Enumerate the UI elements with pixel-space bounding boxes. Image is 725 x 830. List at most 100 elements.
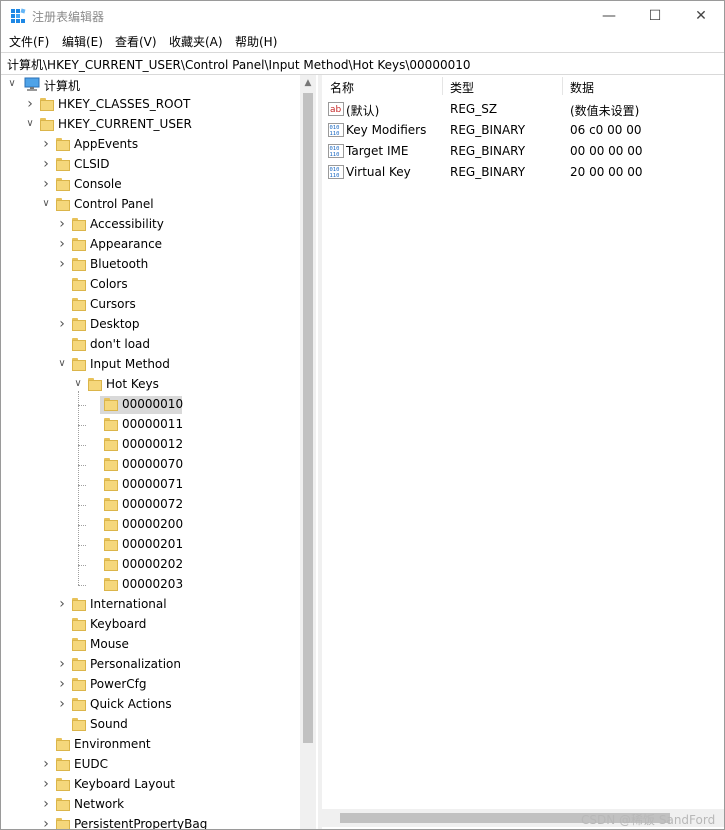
tree-item[interactable]: 00000203 — [2, 575, 300, 595]
menu-help[interactable]: 帮助(H) — [235, 33, 277, 50]
tree-item[interactable]: ∨ Input Method — [2, 355, 300, 375]
tree-item[interactable]: › International — [2, 595, 300, 615]
scroll-up-arrow-icon[interactable]: ▲ — [300, 75, 316, 91]
menu-favorites[interactable]: 收藏夹(A) — [169, 33, 223, 50]
tree-item[interactable]: › Keyboard Layout — [2, 775, 300, 795]
chevron-right-icon[interactable]: › — [24, 97, 36, 111]
maximize-button[interactable]: ☐ — [632, 1, 678, 31]
tree-item[interactable]: › CLSID — [2, 155, 300, 175]
tree-item[interactable]: › EUDC — [2, 755, 300, 775]
chevron-right-icon[interactable]: › — [40, 797, 52, 811]
value-type: REG_BINARY — [450, 144, 526, 158]
tree-item[interactable]: don't load — [2, 335, 300, 355]
folder-icon — [72, 298, 86, 311]
column-separator[interactable] — [442, 77, 443, 95]
chevron-right-icon[interactable]: › — [40, 177, 52, 191]
chevron-right-icon[interactable]: › — [40, 817, 52, 829]
tree-item[interactable]: ∨ HKEY_CURRENT_USER — [2, 115, 300, 135]
chevron-down-icon[interactable]: ∨ — [24, 117, 36, 131]
tree-guide-line — [78, 465, 86, 466]
chevron-down-icon[interactable]: ∨ — [40, 197, 52, 211]
tree-item[interactable]: 00000201 — [2, 535, 300, 555]
tree-item[interactable]: 00000200 — [2, 515, 300, 535]
folder-icon — [104, 478, 118, 491]
tree-item[interactable]: 00000070 — [2, 455, 300, 475]
chevron-right-icon[interactable]: › — [56, 217, 68, 231]
tree-item[interactable]: 00000010 — [2, 395, 300, 415]
tree-item[interactable]: › AppEvents — [2, 135, 300, 155]
chevron-right-icon[interactable]: › — [56, 237, 68, 251]
folder-icon — [72, 678, 86, 691]
tree-item[interactable]: › Accessibility — [2, 215, 300, 235]
tree-item-label: Keyboard Layout — [74, 777, 176, 791]
tree-item[interactable]: › Network — [2, 795, 300, 815]
tree-item[interactable]: › Quick Actions — [2, 695, 300, 715]
tree-item[interactable]: Mouse — [2, 635, 300, 655]
tree-item[interactable]: Sound — [2, 715, 300, 735]
list-row[interactable]: ab (默认) REG_SZ (数值未设置) — [322, 99, 724, 120]
chevron-right-icon[interactable]: › — [56, 317, 68, 331]
tree-item[interactable]: › HKEY_CLASSES_ROOT — [2, 95, 300, 115]
address-path[interactable]: 计算机\HKEY_CURRENT_USER\Control Panel\Inpu… — [7, 56, 471, 73]
value-type: REG_BINARY — [450, 123, 526, 137]
tree-item[interactable]: › Personalization — [2, 655, 300, 675]
registry-editor-icon — [11, 8, 26, 23]
tree-item[interactable]: › Bluetooth — [2, 255, 300, 275]
tree-item[interactable]: Environment — [2, 735, 300, 755]
chevron-right-icon[interactable]: › — [56, 677, 68, 691]
chevron-right-icon[interactable]: › — [56, 657, 68, 671]
chevron-down-icon[interactable]: ∨ — [72, 377, 84, 391]
menu-edit[interactable]: 编辑(E) — [62, 33, 103, 50]
folder-icon — [72, 318, 86, 331]
chevron-right-icon[interactable]: › — [56, 697, 68, 711]
chevron-right-icon[interactable]: › — [40, 157, 52, 171]
tree-item[interactable]: › Appearance — [2, 235, 300, 255]
tree-item-label: Mouse — [90, 637, 129, 651]
tree-item-label: CLSID — [74, 157, 110, 171]
chevron-down-icon[interactable]: ∨ — [6, 77, 18, 91]
tree-item[interactable]: 00000012 — [2, 435, 300, 455]
tree-item[interactable]: ∨ Hot Keys — [2, 375, 300, 395]
list-row[interactable]: 010 110 Key Modifiers REG_BINARY 06 c0 0… — [322, 120, 724, 141]
list-row[interactable]: 010 110 Virtual Key REG_BINARY 20 00 00 … — [322, 162, 724, 183]
tree-item[interactable]: Cursors — [2, 295, 300, 315]
column-separator[interactable] — [562, 77, 563, 95]
chevron-down-icon[interactable]: ∨ — [56, 357, 68, 371]
folder-icon — [56, 778, 70, 791]
tree-item[interactable]: Keyboard — [2, 615, 300, 635]
column-type[interactable]: 类型 — [450, 79, 474, 96]
tree-item-label: AppEvents — [74, 137, 139, 151]
tree-item[interactable]: ∨ Control Panel — [2, 195, 300, 215]
column-name[interactable]: 名称 — [330, 79, 354, 96]
scrollbar-thumb[interactable] — [303, 93, 313, 743]
menu-view[interactable]: 查看(V) — [115, 33, 157, 50]
close-button[interactable]: ✕ — [678, 1, 724, 31]
title-bar[interactable]: 注册表编辑器 — ☐ ✕ — [1, 1, 724, 31]
tree-item[interactable]: › Desktop — [2, 315, 300, 335]
folder-icon — [72, 258, 86, 271]
tree-guide-line — [78, 545, 86, 546]
chevron-right-icon[interactable]: › — [40, 137, 52, 151]
chevron-right-icon[interactable]: › — [56, 597, 68, 611]
tree-item[interactable]: › PersistentPropertyBag — [2, 815, 300, 829]
tree-item[interactable]: 00000011 — [2, 415, 300, 435]
chevron-right-icon[interactable]: › — [40, 757, 52, 771]
tree-item[interactable]: › PowerCfg — [2, 675, 300, 695]
tree-item-label: Quick Actions — [90, 697, 172, 711]
chevron-right-icon[interactable]: › — [40, 777, 52, 791]
tree-vertical-scrollbar[interactable]: ▲ — [300, 75, 316, 829]
tree-item[interactable]: Colors — [2, 275, 300, 295]
column-data[interactable]: 数据 — [570, 79, 594, 96]
tree-item[interactable]: 00000071 — [2, 475, 300, 495]
chevron-right-icon[interactable]: › — [56, 257, 68, 271]
list-row[interactable]: 010 110 Target IME REG_BINARY 00 00 00 0… — [322, 141, 724, 162]
value-name: (默认) — [346, 104, 380, 118]
tree-root[interactable]: ∨ 计算机 — [2, 75, 300, 95]
menu-file[interactable]: 文件(F) — [9, 33, 49, 50]
address-bar[interactable]: 计算机\HKEY_CURRENT_USER\Control Panel\Inpu… — [1, 52, 724, 75]
minimize-button[interactable]: — — [586, 1, 632, 31]
tree-item[interactable]: 00000202 — [2, 555, 300, 575]
tree-guide-line — [78, 565, 86, 566]
tree-item[interactable]: › Console — [2, 175, 300, 195]
tree-item[interactable]: 00000072 — [2, 495, 300, 515]
